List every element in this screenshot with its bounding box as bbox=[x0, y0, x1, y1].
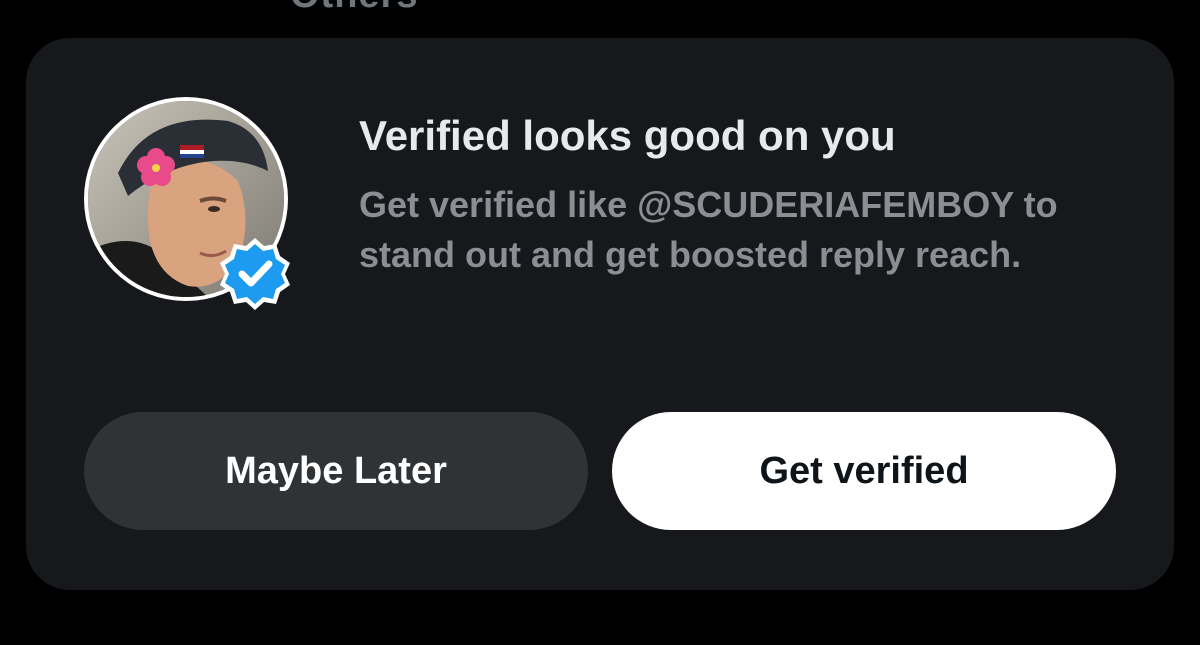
page: Others bbox=[0, 0, 1200, 645]
promo-title: Verified looks good on you bbox=[359, 112, 896, 159]
verified-badge-icon bbox=[220, 238, 290, 310]
maybe-later-button[interactable]: Maybe Later bbox=[84, 412, 588, 530]
promo-subtitle: Get verified like @SCUDERIAFEMBOY to sta… bbox=[359, 184, 1058, 275]
maybe-later-label: Maybe Later bbox=[225, 449, 447, 492]
background-heading-partial: Others bbox=[290, 0, 418, 17]
get-verified-button[interactable]: Get verified bbox=[612, 412, 1116, 530]
get-verified-label: Get verified bbox=[759, 449, 969, 492]
avatar-container bbox=[84, 97, 290, 310]
